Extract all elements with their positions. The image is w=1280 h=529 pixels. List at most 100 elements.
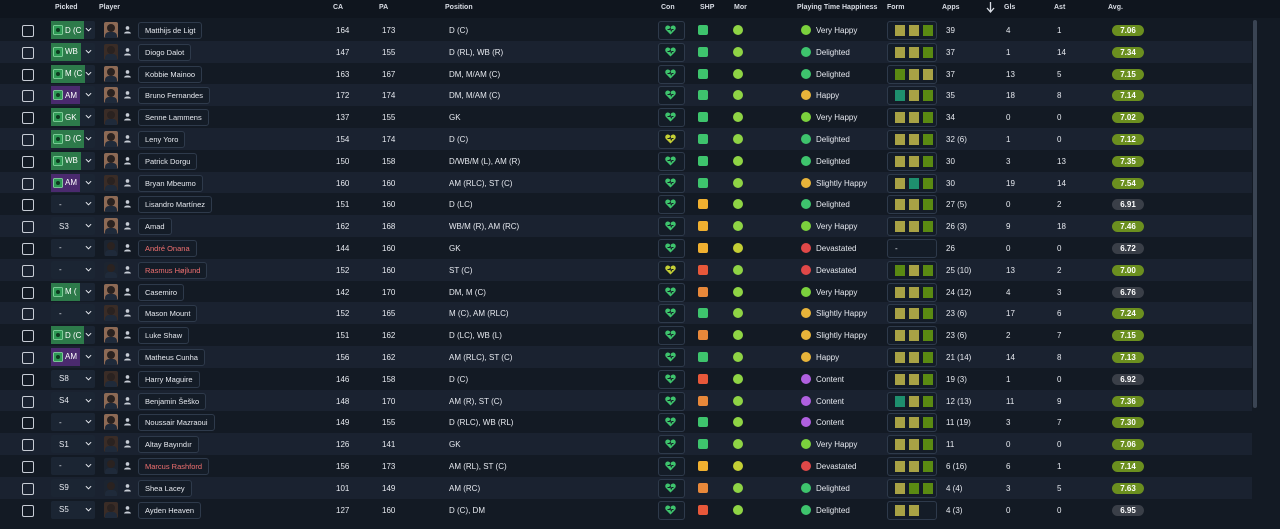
person-icon[interactable] <box>123 90 132 99</box>
person-icon[interactable] <box>123 505 132 514</box>
table-row[interactable]: D (C Luke Shaw 151 162 D (LC), WB (L) Slightl… <box>0 324 1252 346</box>
player-name-link[interactable]: Bryan Mbeumo <box>138 174 203 192</box>
picked-dropdown[interactable]: S3 <box>51 217 95 236</box>
person-icon[interactable] <box>123 47 132 56</box>
row-checkbox[interactable] <box>22 177 34 190</box>
table-row[interactable]: - André Onana 144 160 GK Devastated - 26 0 0 6.72 <box>0 237 1252 259</box>
player-name-link[interactable]: Ayden Heaven <box>138 501 202 519</box>
table-row[interactable]: - Lisandro Martínez 151 160 D (LC) Delighted 2… <box>0 193 1252 215</box>
person-icon[interactable] <box>123 287 132 296</box>
player-name-link[interactable]: Patrick Dorgu <box>138 152 198 170</box>
table-row[interactable]: S3 Amad 162 168 WB/M (R), AM (RC) Very Happy 2… <box>0 215 1252 237</box>
row-checkbox[interactable] <box>22 112 34 125</box>
person-icon[interactable] <box>123 330 132 339</box>
col-player[interactable]: Player <box>99 4 120 11</box>
picked-dropdown[interactable]: GK <box>51 108 95 127</box>
table-row[interactable]: S1 Altay Bayındır 126 141 GK Very Happy 11 0 0 7.… <box>0 433 1252 455</box>
picked-dropdown[interactable]: AM <box>51 86 95 105</box>
person-icon[interactable] <box>123 69 132 78</box>
picked-dropdown[interactable]: S9 <box>51 478 95 497</box>
row-checkbox[interactable] <box>22 155 34 168</box>
player-name-link[interactable]: Harry Maguire <box>138 370 200 388</box>
player-name-link[interactable]: Leny Yoro <box>138 130 186 148</box>
table-row[interactable]: AM Bruno Fernandes 172 174 DM, M/AM (C) Happy… <box>0 84 1252 107</box>
row-checkbox[interactable] <box>22 395 34 408</box>
row-checkbox[interactable] <box>22 286 34 299</box>
player-name-link[interactable]: Kobbie Mainoo <box>138 65 203 83</box>
picked-dropdown[interactable]: - <box>51 413 95 432</box>
picked-dropdown[interactable]: - <box>51 304 95 323</box>
picked-dropdown[interactable]: D (C <box>51 129 95 148</box>
person-icon[interactable] <box>123 25 132 34</box>
picked-dropdown[interactable]: WB <box>51 151 95 170</box>
picked-dropdown[interactable]: S1 <box>51 435 95 454</box>
table-row[interactable]: WB Patrick Dorgu 150 158 D/WB/M (L), AM (R) D… <box>0 150 1252 172</box>
row-checkbox[interactable] <box>22 68 34 81</box>
col-mor[interactable]: Mor <box>734 4 747 11</box>
table-row[interactable]: - Rasmus Højlund 152 160 ST (C) Devastated 25 … <box>0 258 1252 281</box>
picked-dropdown[interactable]: S4 <box>51 391 95 410</box>
row-checkbox[interactable] <box>22 504 34 517</box>
row-checkbox[interactable] <box>22 308 34 321</box>
picked-dropdown[interactable]: - <box>51 456 95 475</box>
person-icon[interactable] <box>123 483 132 492</box>
person-icon[interactable] <box>123 265 132 274</box>
col-gls[interactable]: Gls <box>1004 4 1015 11</box>
table-row[interactable]: AM Matheus Cunha 156 162 AM (RLC), ST (C) Hap… <box>0 345 1252 368</box>
person-icon[interactable] <box>123 199 132 208</box>
picked-dropdown[interactable]: - <box>51 260 95 279</box>
row-checkbox[interactable] <box>22 417 34 430</box>
col-avg[interactable]: Avg. <box>1108 4 1123 11</box>
picked-dropdown[interactable]: D (C <box>51 21 95 39</box>
player-name-link[interactable]: Rasmus Højlund <box>138 261 208 279</box>
row-checkbox[interactable] <box>22 482 34 495</box>
table-row[interactable]: M (C Kobbie Mainoo 163 167 DM, M/AM (C) Delig… <box>0 63 1252 85</box>
row-checkbox[interactable] <box>22 460 34 473</box>
person-icon[interactable] <box>123 243 132 252</box>
person-icon[interactable] <box>123 396 132 405</box>
col-pa[interactable]: PA <box>379 4 388 11</box>
table-row[interactable]: S4 Benjamin Šeško 148 170 AM (R), ST (C) Cont… <box>0 389 1252 412</box>
person-icon[interactable] <box>123 461 132 470</box>
col-ast[interactable]: Ast <box>1054 4 1065 11</box>
row-checkbox[interactable] <box>22 199 34 212</box>
player-name-link[interactable]: Shea Lacey <box>138 479 192 497</box>
col-position[interactable]: Position <box>445 4 473 11</box>
row-checkbox[interactable] <box>22 221 34 234</box>
col-form[interactable]: Form <box>887 4 905 11</box>
player-name-link[interactable]: Senne Lammens <box>138 109 209 127</box>
player-name-link[interactable]: Matheus Cunha <box>138 348 205 366</box>
col-shp[interactable]: SHP <box>700 4 714 11</box>
col-apps[interactable]: Apps <box>942 4 960 11</box>
row-checkbox[interactable] <box>22 25 34 37</box>
picked-dropdown[interactable]: AM <box>51 347 95 366</box>
scrollbar[interactable] <box>1253 20 1257 408</box>
picked-dropdown[interactable]: AM <box>51 173 95 192</box>
picked-dropdown[interactable]: - <box>51 238 95 257</box>
table-row[interactable]: M (Casemiro 142 170 DM, M (C) Very Happy 24 (… <box>0 281 1252 303</box>
person-icon[interactable] <box>123 178 132 187</box>
picked-dropdown[interactable]: M (C <box>51 64 95 83</box>
person-icon[interactable] <box>123 352 132 361</box>
picked-dropdown[interactable]: S8 <box>51 369 95 388</box>
table-row[interactable]: - Marcus Rashford 156 173 AM (RL), ST (C) Dev… <box>0 455 1252 477</box>
col-con[interactable]: Con <box>661 4 675 11</box>
person-icon[interactable] <box>123 308 132 317</box>
person-icon[interactable] <box>123 374 132 383</box>
picked-dropdown[interactable]: WB <box>51 42 95 61</box>
table-row[interactable]: GK Senne Lammens 137 155 GK Very Happy 34 0 0 7.0… <box>0 106 1252 128</box>
row-checkbox[interactable] <box>22 46 34 59</box>
table-row[interactable]: D (C Leny Yoro 154 174 D (C) Delighted 32 (6) 1… <box>0 127 1252 150</box>
player-name-link[interactable]: Matthijs de Ligt <box>138 22 203 39</box>
player-name-link[interactable]: Luke Shaw <box>138 327 190 345</box>
row-checkbox[interactable] <box>22 90 34 103</box>
person-icon[interactable] <box>123 112 132 121</box>
sort-arrow-icon[interactable] <box>986 2 995 15</box>
row-checkbox[interactable] <box>22 351 34 364</box>
picked-dropdown[interactable]: S5 <box>51 500 95 519</box>
row-checkbox[interactable] <box>22 439 34 452</box>
person-icon[interactable] <box>123 156 132 165</box>
player-name-link[interactable]: Noussair Mazraoui <box>138 414 215 432</box>
player-name-link[interactable]: Diogo Dalot <box>138 43 192 61</box>
row-checkbox[interactable] <box>22 264 34 277</box>
